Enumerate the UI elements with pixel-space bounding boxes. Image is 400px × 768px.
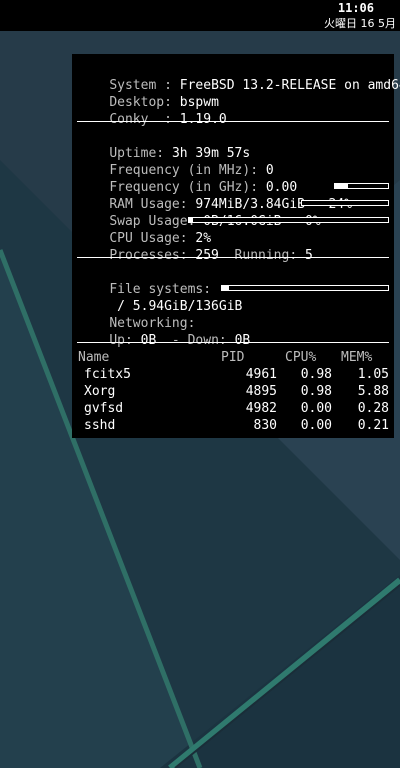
process-cpu: 0.00 (300, 401, 332, 416)
process-pid: 4961 (245, 367, 277, 382)
process-table-header-name: Name (78, 350, 110, 365)
process-name: Xorg (84, 384, 116, 399)
networking-heading: Networking: (78, 298, 195, 331)
separator-line (77, 121, 389, 122)
running-value: 5 (304, 248, 313, 263)
uptime-row: Uptime: 3h 39m 57s (78, 128, 250, 161)
filesystem-root-bar-fill (222, 286, 229, 290)
top-status-bar: 11:06 火曜日 16 5月 (0, 0, 400, 31)
process-table-header-pid: PID (221, 350, 245, 365)
filesystems-heading: File systems: (78, 264, 211, 297)
filesystem-root-bar (221, 285, 389, 291)
frequency-mhz-row: Frequency (in MHz): 0 (78, 145, 273, 178)
process-table-header-mem: MEM% (341, 350, 373, 365)
network-traffic-row: Up: 0B - Down: 0B (78, 315, 250, 348)
processes-label: Processes: (109, 248, 196, 263)
upload-label: Up: (109, 333, 141, 348)
system-row: System : FreeBSD 13.2-RELEASE on amd64 (78, 60, 400, 93)
process-cpu: 0.98 (300, 367, 332, 382)
process-cpu: 0.98 (300, 384, 332, 399)
process-table-header-cpu: CPU% (285, 350, 317, 365)
processes-row: Processes: 259 Running: 5 (78, 230, 313, 263)
frequency-ghz-row: Frequency (in GHz): 0.00 (78, 162, 297, 195)
filesystem-root-row: / 5.94GiB/136GiB (78, 281, 242, 314)
ram-usage-row: RAM Usage: 974MiB/3.84GiB - 24% (78, 179, 352, 212)
download-value: 0B (234, 333, 251, 348)
conky-version-label: Conky : (109, 112, 180, 127)
upload-value: 0B (140, 333, 157, 348)
clock-time: 11:06 (337, 1, 374, 15)
conky-version-row: Conky : 1.19.0 (78, 94, 226, 127)
cpu-usage-bar-fill (189, 218, 193, 222)
ram-usage-bar (334, 183, 389, 189)
process-name: fcitx5 (84, 367, 131, 382)
download-label: - Down: (156, 333, 235, 348)
process-name: sshd (84, 418, 116, 433)
process-pid: 4895 (245, 384, 277, 399)
swap-usage-row: Swap Usage: 0B/16.0GiB - 0% (78, 196, 320, 229)
separator-line (77, 257, 389, 258)
process-pid: 830 (253, 418, 277, 433)
conky-panel: System : FreeBSD 13.2-RELEASE on amd64 D… (72, 54, 400, 438)
process-mem: 1.05 (357, 367, 389, 382)
conky-version-value: 1.19.0 (179, 112, 227, 127)
running-label: Running: (218, 248, 305, 263)
process-name: gvfsd (84, 401, 124, 416)
separator-line (77, 342, 389, 343)
process-cpu: 0.00 (300, 418, 332, 433)
desktop-row: Desktop: bspwm (78, 77, 219, 110)
process-mem: 5.88 (357, 384, 389, 399)
cpu-usage-bar (188, 217, 389, 223)
ram-usage-bar-fill (335, 184, 348, 188)
process-mem: 0.21 (357, 418, 389, 433)
swap-usage-bar (301, 200, 389, 206)
clock-date: 火曜日 16 5月 (324, 17, 396, 30)
process-mem: 0.28 (357, 401, 389, 416)
processes-value: 259 (195, 248, 219, 263)
process-pid: 4982 (245, 401, 277, 416)
